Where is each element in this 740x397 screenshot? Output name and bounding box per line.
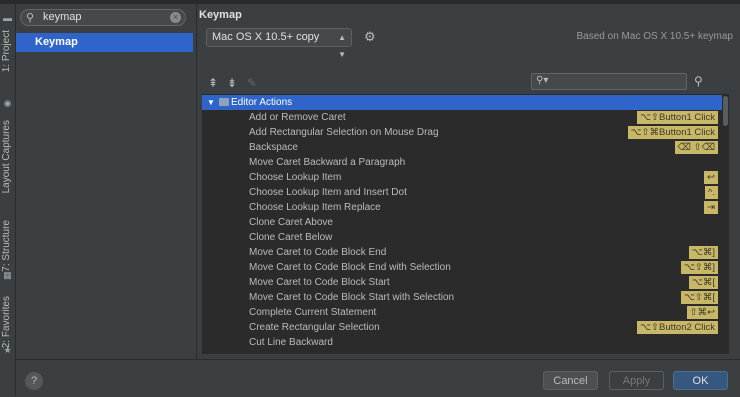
shortcut-badge: ⌫ ⇧⌫ bbox=[674, 141, 718, 154]
shortcut-badge: ⇥ bbox=[704, 201, 718, 214]
action-search-input[interactable]: ⚲▾ bbox=[531, 73, 687, 90]
sidebar-item-keymap[interactable]: Keymap bbox=[16, 33, 193, 52]
action-name: Move Caret to Code Block Start bbox=[249, 277, 390, 288]
tree-row[interactable]: Move Caret to Code Block End with Select… bbox=[202, 260, 722, 275]
tree-row[interactable]: Choose Lookup Item Replace ⇥ bbox=[202, 200, 722, 215]
action-name: Complete Current Statement bbox=[249, 307, 377, 318]
action-name: Backspace bbox=[249, 142, 298, 153]
tree-row[interactable]: Cut Line Backward bbox=[202, 335, 722, 350]
action-name: Add or Remove Caret bbox=[249, 112, 346, 123]
shortcut-badge: ⌥⇧⌘[ bbox=[680, 291, 718, 304]
action-name: Choose Lookup Item Replace bbox=[249, 202, 381, 213]
shortcut-badge: ⇧⌘↩ bbox=[686, 306, 718, 319]
tab-favorites[interactable]: ★ 2: Favorites bbox=[0, 294, 15, 364]
expand-all-icon[interactable]: ⇞ bbox=[208, 76, 218, 90]
keymap-panel: Keymap Mac OS X 10.5+ copy ▲ ▼ ⚙ Based on… bbox=[198, 4, 740, 359]
action-name: Cut Line Backward bbox=[249, 337, 333, 348]
tree-row[interactable]: Move Caret Backward a Paragraph bbox=[202, 155, 722, 170]
search-icon: ⚲ bbox=[26, 12, 35, 24]
action-name: Move Caret to Code Block End with Select… bbox=[249, 262, 451, 273]
tree-row[interactable]: Backspace ⌫ ⇧⌫ bbox=[202, 140, 722, 155]
gear-icon[interactable]: ⚙ bbox=[364, 29, 376, 45]
tree-row[interactable]: Clone Caret Above bbox=[202, 215, 722, 230]
structure-icon: ▦ bbox=[3, 270, 12, 280]
shortcut-badge: ↩ bbox=[704, 171, 718, 184]
action-name: Move Caret Backward a Paragraph bbox=[249, 157, 406, 168]
expand-arrow-icon[interactable]: ▼ bbox=[207, 95, 215, 110]
actions-tree: ▼ Editor Actions Add or Remove Caret ⌥⇧Bu… bbox=[202, 94, 722, 354]
edit-shortcut-icon[interactable]: ✎ bbox=[247, 76, 257, 90]
shortcut-badge: ⌥⇧Button2 Click bbox=[637, 321, 718, 334]
shortcut-badge: ⌥⇧⌘Button1 Click bbox=[627, 126, 718, 139]
apply-button[interactable]: Apply bbox=[609, 371, 664, 390]
search-value: keymap bbox=[43, 11, 82, 23]
settings-search-input[interactable]: ⚲ keymap × bbox=[20, 9, 186, 26]
settings-sidebar: ⚲ keymap × Keymap bbox=[16, 4, 197, 359]
action-name: Clone Caret Above bbox=[249, 217, 333, 228]
search-icon: ⚲▾ bbox=[536, 75, 549, 86]
tree-row[interactable]: Move Caret to Code Block Start ⌥⌘[ bbox=[202, 275, 722, 290]
clear-search-icon[interactable]: × bbox=[170, 12, 181, 23]
action-name: Add Rectangular Selection on Mouse Drag bbox=[249, 127, 439, 138]
cancel-button[interactable]: Cancel bbox=[543, 371, 598, 390]
dialog-footer: ? Cancel Apply OK bbox=[16, 359, 740, 397]
keymap-scheme-value: Mac OS X 10.5+ copy bbox=[212, 31, 320, 43]
tree-row[interactable]: Move Caret to Code Block End ⌥⌘] bbox=[202, 245, 722, 260]
tree-row[interactable]: Clone Caret Below bbox=[202, 230, 722, 245]
keymap-scheme-dropdown[interactable]: Mac OS X 10.5+ copy ▲ ▼ bbox=[206, 28, 352, 59]
based-on-label: Based on Mac OS X 10.5+ keymap bbox=[576, 31, 733, 42]
tab-layout-captures[interactable]: ◉ Layout Captures bbox=[0, 96, 15, 204]
tree-row[interactable]: Add or Remove Caret ⌥⇧Button1 Click bbox=[202, 110, 722, 125]
tree-row[interactable]: Add Rectangular Selection on Mouse Drag ⌥… bbox=[202, 125, 722, 140]
ok-button[interactable]: OK bbox=[673, 371, 728, 390]
tree-row[interactable]: Choose Lookup Item ↩ bbox=[202, 170, 722, 185]
shortcut-badge: ⌥⌘] bbox=[688, 246, 718, 259]
tab-structure[interactable]: ▦ 7: Structure bbox=[0, 216, 15, 286]
tree-row[interactable]: Create Rectangular Selection ⌥⇧Button2 Cl… bbox=[202, 320, 722, 335]
action-name: Choose Lookup Item bbox=[249, 172, 342, 183]
action-name: Choose Lookup Item and Insert Dot bbox=[249, 187, 407, 198]
tree-row[interactable]: Choose Lookup Item and Insert Dot ^. bbox=[202, 185, 722, 200]
action-name: Create Rectangular Selection bbox=[249, 322, 380, 333]
action-name: Move Caret to Code Block Start with Sele… bbox=[249, 292, 455, 303]
tool-window-strip: ▬ 1: Project ◉ Layout Captures ▦ 7: Stru… bbox=[0, 4, 16, 396]
find-by-shortcut-icon[interactable]: ⚲ bbox=[694, 74, 703, 88]
collapse-all-icon[interactable]: ⇟ bbox=[227, 76, 237, 90]
group-label: Editor Actions bbox=[231, 97, 293, 108]
tab-project[interactable]: ▬ 1: Project bbox=[0, 8, 15, 98]
folder-icon: ▬ bbox=[3, 13, 12, 23]
action-name: Clone Caret Below bbox=[249, 232, 333, 243]
shortcut-badge: ⌥⌘[ bbox=[688, 276, 718, 289]
help-button[interactable]: ? bbox=[25, 372, 43, 390]
tree-row[interactable]: Move Caret to Code Block Start with Sele… bbox=[202, 290, 722, 305]
tree-group-editor-actions[interactable]: ▼ Editor Actions bbox=[202, 95, 722, 110]
capture-icon: ◉ bbox=[3, 98, 12, 108]
shortcut-badge: ^. bbox=[704, 186, 718, 199]
page-title: Keymap bbox=[199, 9, 242, 21]
shortcut-badge: ⌥⇧⌘] bbox=[680, 261, 718, 274]
tree-row[interactable]: Complete Current Statement ⇧⌘↩ bbox=[202, 305, 722, 320]
action-name: Move Caret to Code Block End bbox=[249, 247, 387, 258]
tree-scrollbar[interactable] bbox=[722, 94, 729, 354]
folder-icon bbox=[219, 98, 229, 106]
shortcut-badge: ⌥⇧Button1 Click bbox=[637, 111, 718, 124]
scrollbar-thumb[interactable] bbox=[723, 96, 728, 126]
dropdown-arrows-icon: ▲ ▼ bbox=[338, 33, 346, 59]
